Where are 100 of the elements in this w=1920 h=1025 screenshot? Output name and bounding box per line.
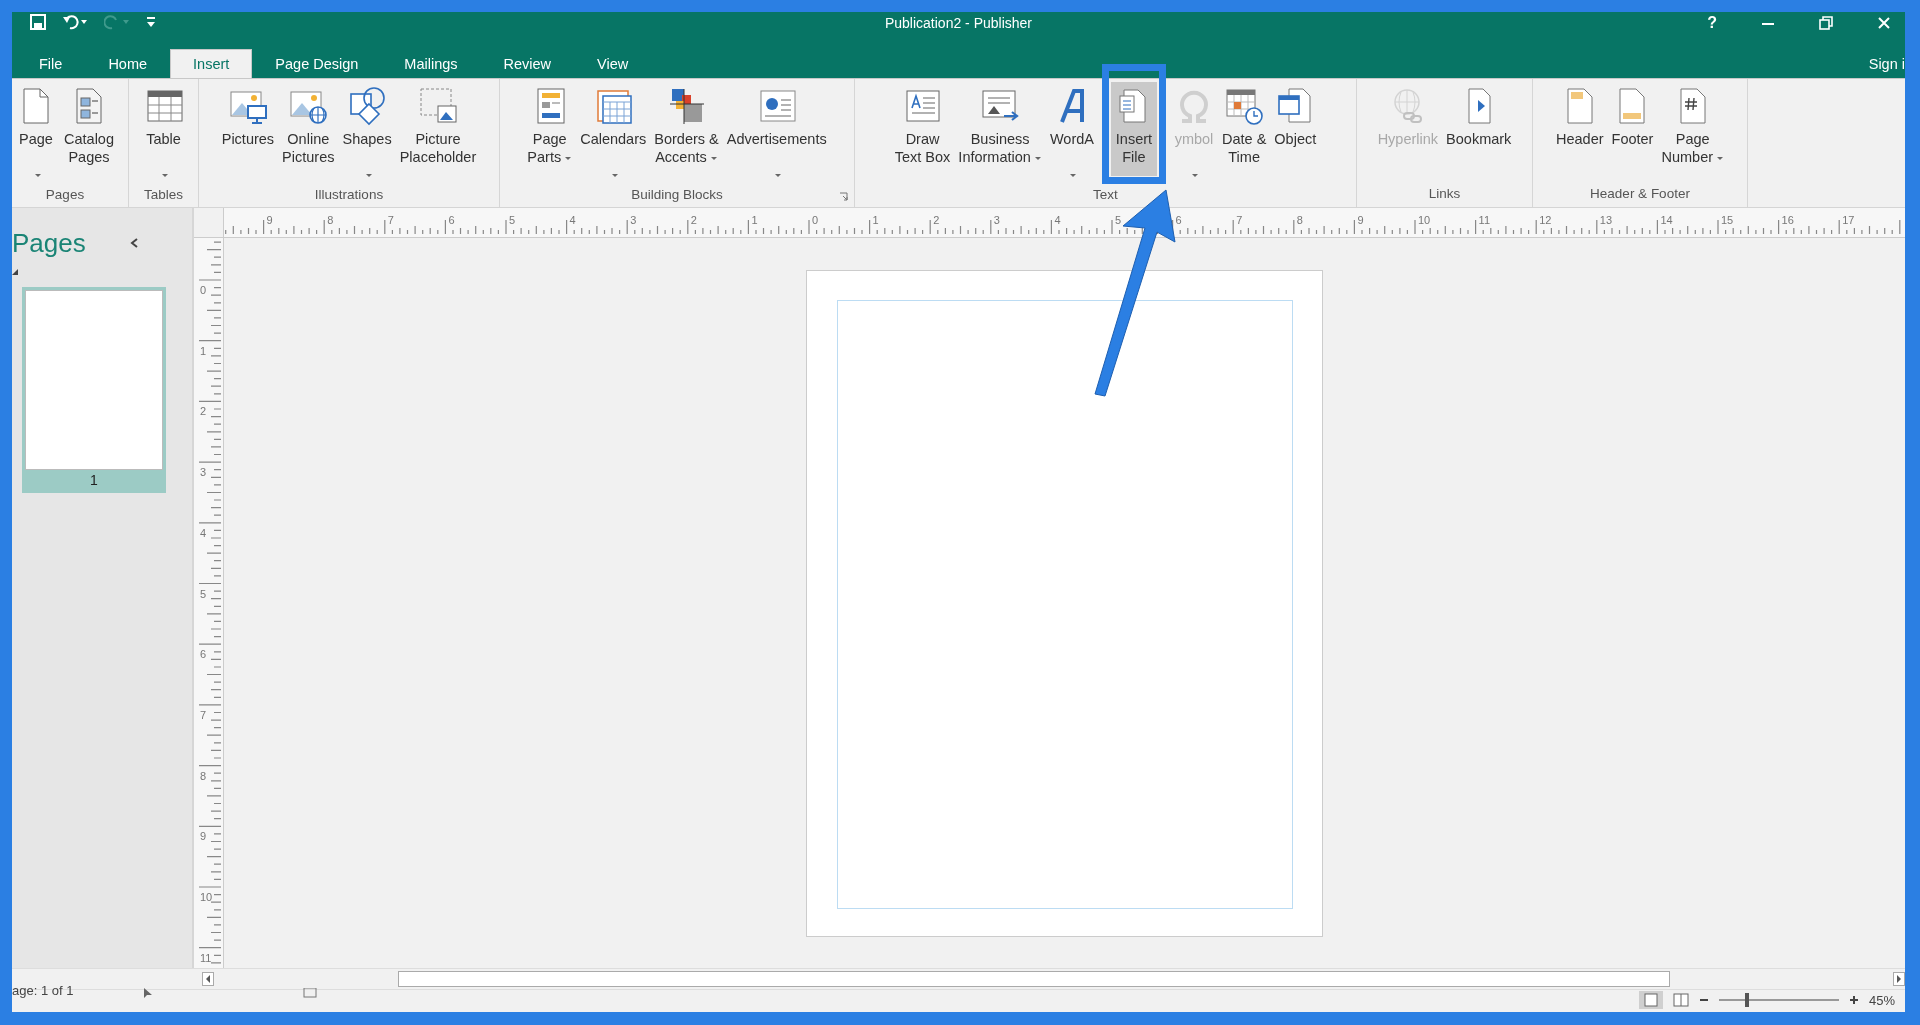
ruler-number: 10 — [200, 891, 213, 903]
pane-title: Pages — [12, 228, 86, 259]
ruler-number: 9 — [1357, 214, 1364, 226]
ribbon-tab[interactable]: Insert — [170, 49, 253, 78]
ruler-number: 7 — [387, 214, 394, 226]
window-title: Publication2 - Publisher — [884, 15, 1033, 31]
restore-icon[interactable] — [1819, 16, 1833, 30]
ribbon-button[interactable]: Calendars — [577, 82, 650, 186]
ruler-number: 11 — [1478, 214, 1490, 226]
ruler-number: 1 — [751, 214, 758, 226]
ribbon-button[interactable]: Advertisements — [723, 82, 830, 186]
ribbon-tab[interactable]: Page Design — [252, 49, 382, 78]
position-icon — [303, 988, 318, 998]
help-button[interactable]: ? — [1707, 14, 1717, 32]
ruler-number: 0 — [812, 214, 819, 226]
zoom-in-icon[interactable] — [1848, 995, 1859, 1005]
ruler-number: 4 — [569, 214, 576, 226]
scroll-left-icon[interactable] — [202, 972, 214, 986]
group-label: Illustrations — [313, 186, 385, 204]
group-label: Links — [1427, 185, 1462, 203]
ruler-number: 12 — [1539, 214, 1552, 226]
ribbon-button[interactable]: Borders & Accents — [651, 82, 722, 186]
ribbon-tab[interactable]: Home — [85, 49, 171, 78]
ribbon-button[interactable]: Shapes — [339, 82, 395, 186]
ruler-number: 3 — [630, 214, 637, 226]
ruler-number: 16 — [1781, 214, 1794, 226]
shapes-icon — [347, 86, 388, 126]
ribbon-tab[interactable]: Mailings — [381, 49, 481, 78]
save-icon[interactable] — [30, 14, 46, 30]
ruler-number: 13 — [1599, 214, 1613, 226]
ribbon-button[interactable]: Page Parts — [524, 82, 576, 186]
ribbon-button[interactable]: Insert File — [1110, 82, 1157, 176]
ruler-number: 11 — [200, 951, 212, 964]
close-icon[interactable] — [1877, 16, 1891, 30]
two-page-view-icon[interactable] — [1672, 993, 1689, 1007]
ribbon-button[interactable]: Bookmark — [1443, 82, 1515, 185]
dialog-launcher-icon[interactable] — [839, 192, 848, 201]
ribbon-button[interactable]: Pictures — [218, 82, 278, 186]
ruler-number: 1 — [200, 344, 207, 357]
ribbon-button[interactable]: Page — [13, 82, 59, 186]
ruler-number: 3 — [993, 214, 1000, 226]
ruler-number: 0 — [200, 284, 207, 296]
ribbon-button[interactable]: Business Information — [955, 82, 1045, 186]
zoom-slider-thumb[interactable] — [1744, 993, 1749, 1007]
ruler-number: 6 — [200, 648, 207, 661]
ruler-number: 9 — [266, 214, 273, 226]
scroll-right-icon[interactable] — [1893, 972, 1905, 986]
ruler-number: 17 — [1842, 214, 1855, 226]
ruler-number: 10 — [1418, 214, 1431, 226]
group-label: Text — [1092, 186, 1119, 204]
group-label: Header & Footer — [1589, 185, 1691, 203]
ruler-number: 4 — [200, 526, 207, 539]
ruler-number: 5 — [509, 214, 516, 226]
ruler-number: 2 — [200, 405, 207, 418]
ribbon-button[interactable]: Table — [140, 82, 187, 186]
ribbon-button[interactable]: Catalog Pages — [61, 82, 117, 186]
ruler-number: 7 — [200, 708, 207, 721]
undo-icon[interactable] — [62, 14, 88, 30]
page-number: 1 — [89, 471, 99, 490]
group-label: Tables — [143, 186, 184, 204]
placeholder-icon — [417, 86, 458, 126]
ribbon-button[interactable]: Draw Text Box — [891, 82, 954, 186]
vertical-ruler[interactable]: 0 1 2 3 4 5 6 7 8 9 10 11 — [194, 238, 223, 968]
ruler-number: 8 — [327, 214, 334, 226]
ribbon-button[interactable]: Object — [1271, 82, 1320, 186]
ruler-number: 7 — [1236, 214, 1243, 226]
cursor-icon — [143, 988, 154, 1000]
ribbon-button[interactable]: Date & Time — [1218, 82, 1270, 186]
group-label: Pages — [44, 186, 86, 204]
calendar-clock-icon — [1224, 86, 1265, 126]
ruler-number: 2 — [690, 214, 697, 226]
ribbon-tab[interactable]: File — [16, 49, 86, 78]
ruler-number: 14 — [1660, 214, 1673, 226]
ruler-number: 1 — [872, 214, 879, 226]
collapse-icon[interactable] — [130, 238, 138, 248]
zoom-level[interactable]: 45% — [1868, 992, 1895, 1008]
page-thumbnail[interactable]: 1 — [22, 287, 166, 493]
ribbon-tab[interactable]: Review — [480, 49, 575, 78]
ribbon-button[interactable]: Picture Placeholder — [396, 82, 480, 186]
ruler-number: 8 — [1296, 214, 1303, 226]
sign-in-link[interactable]: Sign i — [1868, 50, 1905, 78]
ribbon-tab[interactable]: View — [574, 49, 652, 78]
page-status: age: 1 of 1 — [12, 983, 74, 998]
ribbon-button[interactable]: WordA — [1046, 82, 1097, 186]
ruler-number: 4 — [1054, 214, 1061, 226]
ruler-number: 8 — [200, 769, 207, 782]
ruler-number: 9 — [200, 830, 207, 843]
ribbon-button[interactable]: Page Number — [1658, 82, 1728, 185]
ruler-number: 6 — [448, 214, 455, 226]
ribbon-button[interactable]: Online Pictures — [279, 82, 338, 186]
ruler-number: 5 — [200, 587, 207, 600]
ruler-number: 2 — [933, 214, 940, 226]
group-label: Building Blocks — [630, 186, 724, 204]
single-page-view-icon[interactable] — [1642, 993, 1659, 1007]
ruler-number: 6 — [1175, 214, 1182, 226]
ruler-number: 3 — [200, 466, 207, 479]
ruler-number: 15 — [1721, 214, 1734, 226]
ribbon-button[interactable]: Header — [1552, 82, 1607, 185]
ribbon-button[interactable]: Footer — [1608, 82, 1657, 185]
expand-icon[interactable] — [12, 269, 18, 275]
